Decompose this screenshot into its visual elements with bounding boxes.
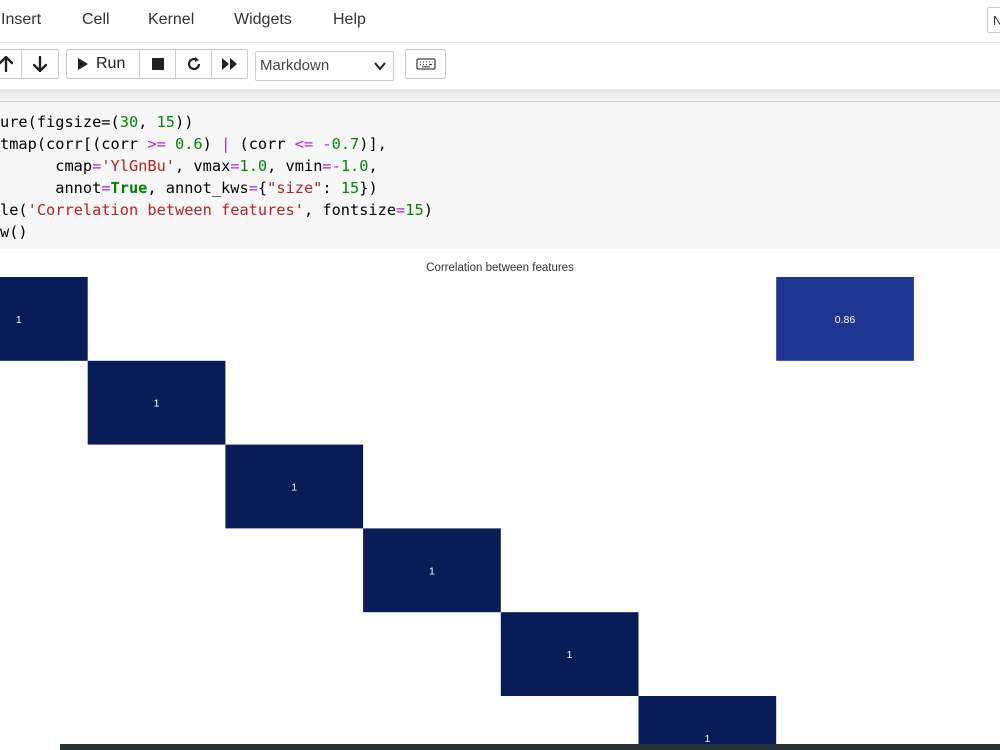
heatmap-cell-label: 1	[567, 649, 573, 661]
heatmap-chart: 1 0.8611111	[0, 277, 914, 750]
heatmap-cell	[0, 277, 88, 361]
heatmap-cell-label: 1	[154, 398, 160, 410]
heatmap-cell-label: 1	[291, 482, 297, 494]
horizontal-scrollbar[interactable]	[60, 744, 1000, 750]
heatmap-cell-label: 1	[429, 565, 435, 577]
heatmap-cell-label: 0.86	[835, 314, 856, 326]
heatmap-cell-label: 1	[16, 314, 22, 326]
